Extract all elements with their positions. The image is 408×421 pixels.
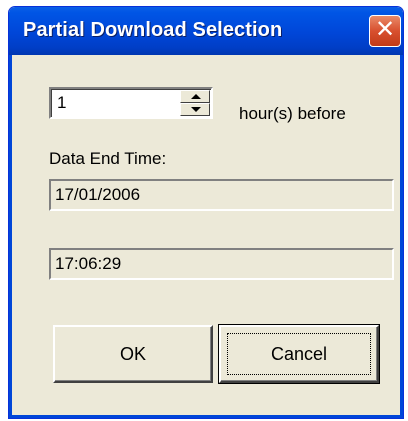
dialog-title: Partial Download Selection [23,19,283,41]
focus-indicator [227,333,371,375]
hours-before-label: hour(s) before [239,104,346,123]
close-button[interactable]: ✕ [369,15,401,47]
cancel-button[interactable]: Cancel [218,324,380,384]
ok-button-label: OK [119,344,146,364]
spinner-buttons [180,90,210,116]
partial-download-dialog: Partial Download Selection ✕ 1 hour(s) b… [8,6,404,419]
spin-down-button[interactable] [180,103,210,116]
close-icon: ✕ [374,16,396,43]
end-time-field: 17:06:29 [49,248,394,280]
hours-spinner[interactable]: 1 [49,87,213,119]
spin-up-button[interactable] [180,90,210,103]
end-date-field: 17/01/2006 [49,179,394,211]
title-bar[interactable]: Partial Download Selection ✕ [9,7,403,55]
data-end-time-label: Data End Time: [49,149,167,168]
ok-button[interactable]: OK [53,325,213,383]
hours-spinner-value[interactable]: 1 [57,93,66,113]
